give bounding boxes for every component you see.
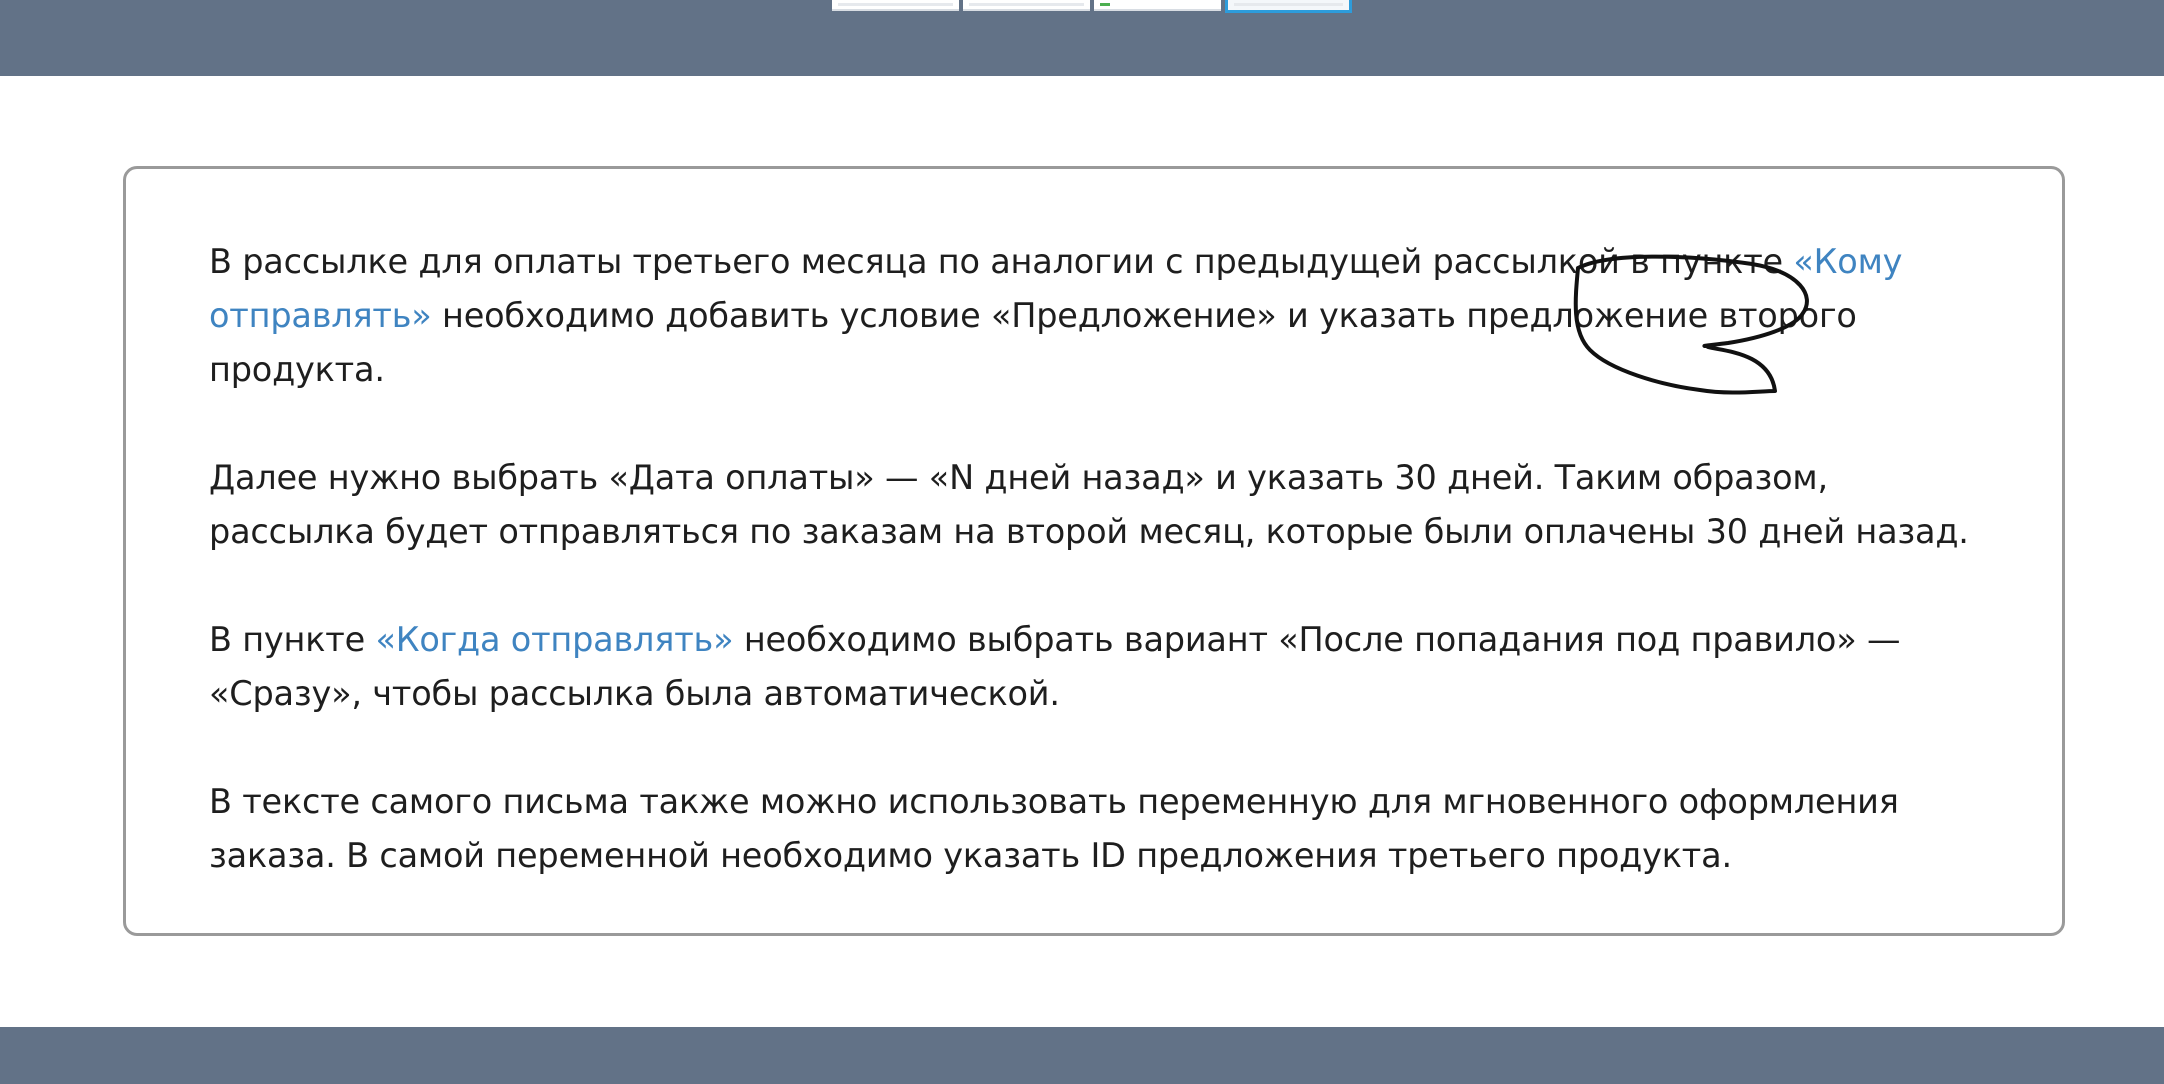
top-header-bar xyxy=(0,0,2164,76)
slide-thumbnail-2[interactable] xyxy=(963,0,1090,11)
paragraph-1-text-b: необходимо добавить условие «Предложение… xyxy=(209,296,1857,389)
paragraph-4-text: В тексте самого письма также можно испол… xyxy=(209,782,1899,875)
paragraph-2: Далее нужно выбрать «Дата оплаты» — «N д… xyxy=(209,451,1989,559)
slide-thumbnail-1[interactable] xyxy=(832,0,959,11)
paragraph-2-text: Далее нужно выбрать «Дата оплаты» — «N д… xyxy=(209,458,1969,551)
bottom-footer-bar xyxy=(0,1027,2164,1084)
content-card: В рассылке для оплаты третьего месяца по… xyxy=(123,166,2065,936)
slide-thumbnails xyxy=(832,0,1352,13)
link-kogda-otpravlyat[interactable]: «Когда отправлять» xyxy=(375,620,733,659)
article-content: В рассылке для оплаты третьего месяца по… xyxy=(209,235,1989,937)
paragraph-4: В тексте самого письма также можно испол… xyxy=(209,775,1989,883)
paragraph-1-text-a: В рассылке для оплаты третьего месяца по… xyxy=(209,242,1794,281)
slide-thumbnail-4-active[interactable] xyxy=(1225,0,1352,13)
slide-thumbnail-3[interactable] xyxy=(1094,0,1221,11)
paragraph-3-text-a: В пункте xyxy=(209,620,376,659)
paragraph-3: В пункте «Когда отправлять» необходимо в… xyxy=(209,613,1989,721)
paragraph-1: В рассылке для оплаты третьего месяца по… xyxy=(209,235,1989,397)
